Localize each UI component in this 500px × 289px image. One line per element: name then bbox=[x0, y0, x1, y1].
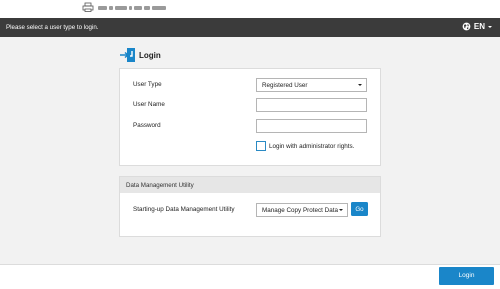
device-bar bbox=[0, 0, 500, 18]
admin-rights-checkbox[interactable] bbox=[256, 141, 266, 151]
chevron-down-icon bbox=[488, 26, 492, 28]
printer-icon bbox=[82, 2, 94, 12]
startup-label: Starting-up Data Management Utility bbox=[133, 206, 235, 213]
startup-value: Manage Copy Protect Data bbox=[262, 207, 338, 214]
language-selector[interactable]: EN bbox=[462, 22, 492, 31]
admin-rights-label: Login with administrator rights. bbox=[269, 143, 355, 150]
header-bar: Please select a user type to login. EN bbox=[0, 18, 500, 37]
chevron-down-icon bbox=[358, 84, 362, 86]
user-type-value: Registered User bbox=[262, 82, 308, 89]
user-name-input[interactable] bbox=[256, 98, 367, 112]
globe-icon bbox=[462, 22, 471, 31]
login-button[interactable]: Login bbox=[439, 267, 494, 285]
startup-select[interactable]: Manage Copy Protect Data bbox=[256, 203, 348, 217]
login-title: Login bbox=[139, 50, 161, 60]
device-name-blurred bbox=[98, 6, 166, 10]
login-heading: Login bbox=[119, 47, 161, 63]
data-management-title: Data Management Utility bbox=[120, 177, 380, 193]
password-label: Password bbox=[133, 122, 161, 129]
user-type-label: User Type bbox=[133, 81, 162, 88]
footer-bar bbox=[0, 264, 500, 289]
language-code: EN bbox=[473, 22, 485, 31]
user-name-label: User Name bbox=[133, 101, 165, 108]
login-icon bbox=[120, 48, 135, 62]
chevron-down-icon bbox=[339, 209, 343, 211]
user-type-select[interactable]: Registered User bbox=[256, 78, 367, 92]
go-button[interactable]: Go bbox=[351, 202, 368, 216]
password-input[interactable] bbox=[256, 119, 367, 133]
header-message: Please select a user type to login. bbox=[6, 24, 99, 31]
